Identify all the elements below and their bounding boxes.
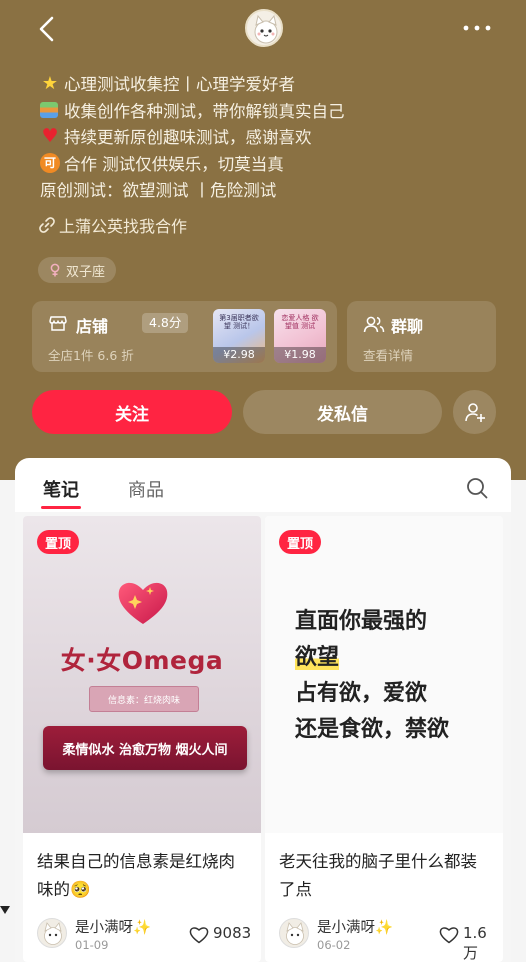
author-name[interactable]: 是小满呀✨ — [75, 916, 151, 937]
bio-text: 原创测试：欲望测试 丨危险测试 — [40, 181, 277, 201]
avatar[interactable] — [245, 9, 283, 47]
heart-outline-icon[interactable] — [439, 926, 459, 944]
profile-bio: ★ 心理测试收集控丨心理学爱好者 收集创作各种测试，带你解锁真实自己 ♥ 持续更… — [40, 70, 500, 203]
link-icon — [39, 217, 55, 233]
note-footer: 是小满呀✨ 06-02 1.6万 — [279, 912, 493, 962]
like-count: 9083 — [213, 924, 252, 942]
collab-link[interactable]: 上蒲公英找我合作 — [38, 213, 187, 237]
heart-outline-icon[interactable] — [189, 926, 209, 944]
group-chat-title: 群聊 — [391, 317, 424, 336]
bio-line: ★ 心理测试收集控丨心理学爱好者 — [40, 70, 500, 97]
cover-line: 直面你最强的 — [295, 609, 428, 634]
store-icon — [49, 316, 67, 331]
zodiac-tag: 双子座 — [38, 257, 116, 283]
store-subtitle: 全店1件 6.6 折 — [48, 348, 134, 363]
more-horizontal-icon[interactable] — [462, 24, 492, 32]
cover-banner: 柔情似水 治愈万物 烟火人间 — [43, 726, 247, 770]
product-thumbnail[interactable]: 恋爱人格 欲望值 测试 ¥1.98 — [274, 309, 326, 363]
group-chat-subtitle: 查看详情 — [363, 348, 414, 363]
tab-goods[interactable]: 商品 — [128, 476, 164, 502]
note-cover: 女·女Omega 信息素：红烧肉味 柔情似水 治愈万物 烟火人间 置顶 — [23, 516, 261, 833]
note-date: 01-09 — [75, 938, 109, 952]
heart-icon: ♥ — [41, 125, 59, 148]
pinned-badge: 置顶 — [37, 530, 79, 554]
note-title: 结果自己的信息素是红烧肉味的🥺 — [37, 852, 235, 899]
female-icon — [50, 263, 60, 277]
product-price: ¥2.98 — [213, 347, 265, 363]
avatar-cat-icon — [286, 922, 304, 945]
note-date: 06-02 — [317, 938, 351, 952]
bio-text: 持续更新原创趣味测试，感谢喜欢 — [64, 128, 312, 148]
active-tab-indicator — [41, 506, 81, 509]
star-icon: ★ — [41, 72, 59, 94]
cover-line: 欲望 — [295, 640, 495, 676]
note-card[interactable]: 女·女Omega 信息素：红烧肉味 柔情似水 治愈万物 烟火人间 置顶 结果自己… — [23, 516, 261, 962]
search-icon[interactable] — [465, 476, 489, 500]
store-rating-badge: 4.8分 — [142, 313, 189, 333]
cover-highlight: 欲望 — [295, 645, 340, 670]
follow-button[interactable]: 关注 — [32, 390, 232, 434]
caret-down-icon — [0, 906, 10, 914]
author-name[interactable]: 是小满呀✨ — [317, 916, 393, 937]
cover-line: 占有欲，爱欲 — [295, 681, 428, 706]
tab-notes[interactable]: 笔记 — [43, 476, 79, 502]
add-friend-button[interactable] — [453, 390, 496, 434]
bio-line: 可 合作 测试仅供娱乐，切莫当真 — [40, 150, 500, 177]
bio-line: ♥ 持续更新原创趣味测试，感谢喜欢 — [40, 123, 500, 150]
chevron-left-icon[interactable] — [36, 14, 58, 44]
product-cover-text: 第3届职者欲望 测试！ — [219, 314, 259, 330]
message-button[interactable]: 发私信 — [243, 390, 442, 434]
note-cover: 直面你最强的 欲望 占有欲，爱欲 还是食欲，禁欲 置顶 — [265, 516, 503, 833]
group-chat-icon — [363, 316, 385, 333]
ke-icon: 可 — [40, 152, 60, 173]
cover-text-block: 直面你最强的 欲望 占有欲，爱欲 还是食欲，禁欲 — [295, 604, 495, 748]
store-card[interactable]: 店铺 4.8分 全店1件 6.6 折 第3届职者欲望 测试！ ¥2.98 恋爱人… — [32, 301, 337, 372]
add-user-icon — [464, 403, 485, 422]
cover-chip: 信息素：红烧肉味 — [89, 686, 199, 712]
tab-bar: 笔记 商品 — [15, 458, 511, 512]
bio-text: 合作 测试仅供娱乐，切莫当真 — [64, 154, 284, 174]
zodiac-label: 双子座 — [65, 264, 105, 280]
avatar-cat-icon — [44, 922, 62, 945]
heart-sparkle-icon — [118, 582, 168, 624]
author-avatar[interactable] — [37, 918, 67, 948]
top-bar — [0, 0, 526, 58]
product-cover-text: 恋爱人格 欲望值 测试 — [281, 314, 319, 330]
books-icon — [40, 101, 58, 118]
bio-text: 收集创作各种测试，带你解锁真实自己 — [64, 101, 345, 121]
note-footer: 是小满呀✨ 01-09 9083 — [37, 912, 251, 952]
bio-line: 收集创作各种测试，带你解锁真实自己 — [40, 97, 500, 124]
like-count: 1.6万 — [463, 924, 487, 962]
product-price: ¥1.98 — [274, 347, 326, 363]
bio-text: 心理测试收集控丨心理学爱好者 — [64, 75, 295, 95]
cover-line: 还是食欲，禁欲 — [295, 717, 450, 742]
content-panel: 笔记 商品 女·女Omega 信息素：红烧肉味 柔情似水 治愈万物 烟火人间 置… — [15, 458, 511, 962]
pinned-badge: 置顶 — [279, 530, 321, 554]
author-avatar[interactable] — [279, 918, 309, 948]
group-chat-card[interactable]: 群聊 查看详情 — [347, 301, 496, 372]
collab-link-text: 上蒲公英找我合作 — [59, 217, 188, 236]
avatar-cat-icon — [254, 14, 278, 44]
profile-header: ★ 心理测试收集控丨心理学爱好者 收集创作各种测试，带你解锁真实自己 ♥ 持续更… — [0, 0, 526, 480]
product-thumbnail[interactable]: 第3届职者欲望 测试！ ¥2.98 — [213, 309, 265, 363]
note-card[interactable]: 直面你最强的 欲望 占有欲，爱欲 还是食欲，禁欲 置顶 老天往我的脑子里什么都装… — [265, 516, 503, 962]
bio-line: 原创测试：欲望测试 丨危险测试 — [40, 176, 500, 203]
note-title: 老天往我的脑子里什么都装了点 — [279, 852, 477, 899]
cover-title: 女·女Omega — [60, 646, 224, 675]
store-title: 店铺 — [76, 317, 109, 336]
